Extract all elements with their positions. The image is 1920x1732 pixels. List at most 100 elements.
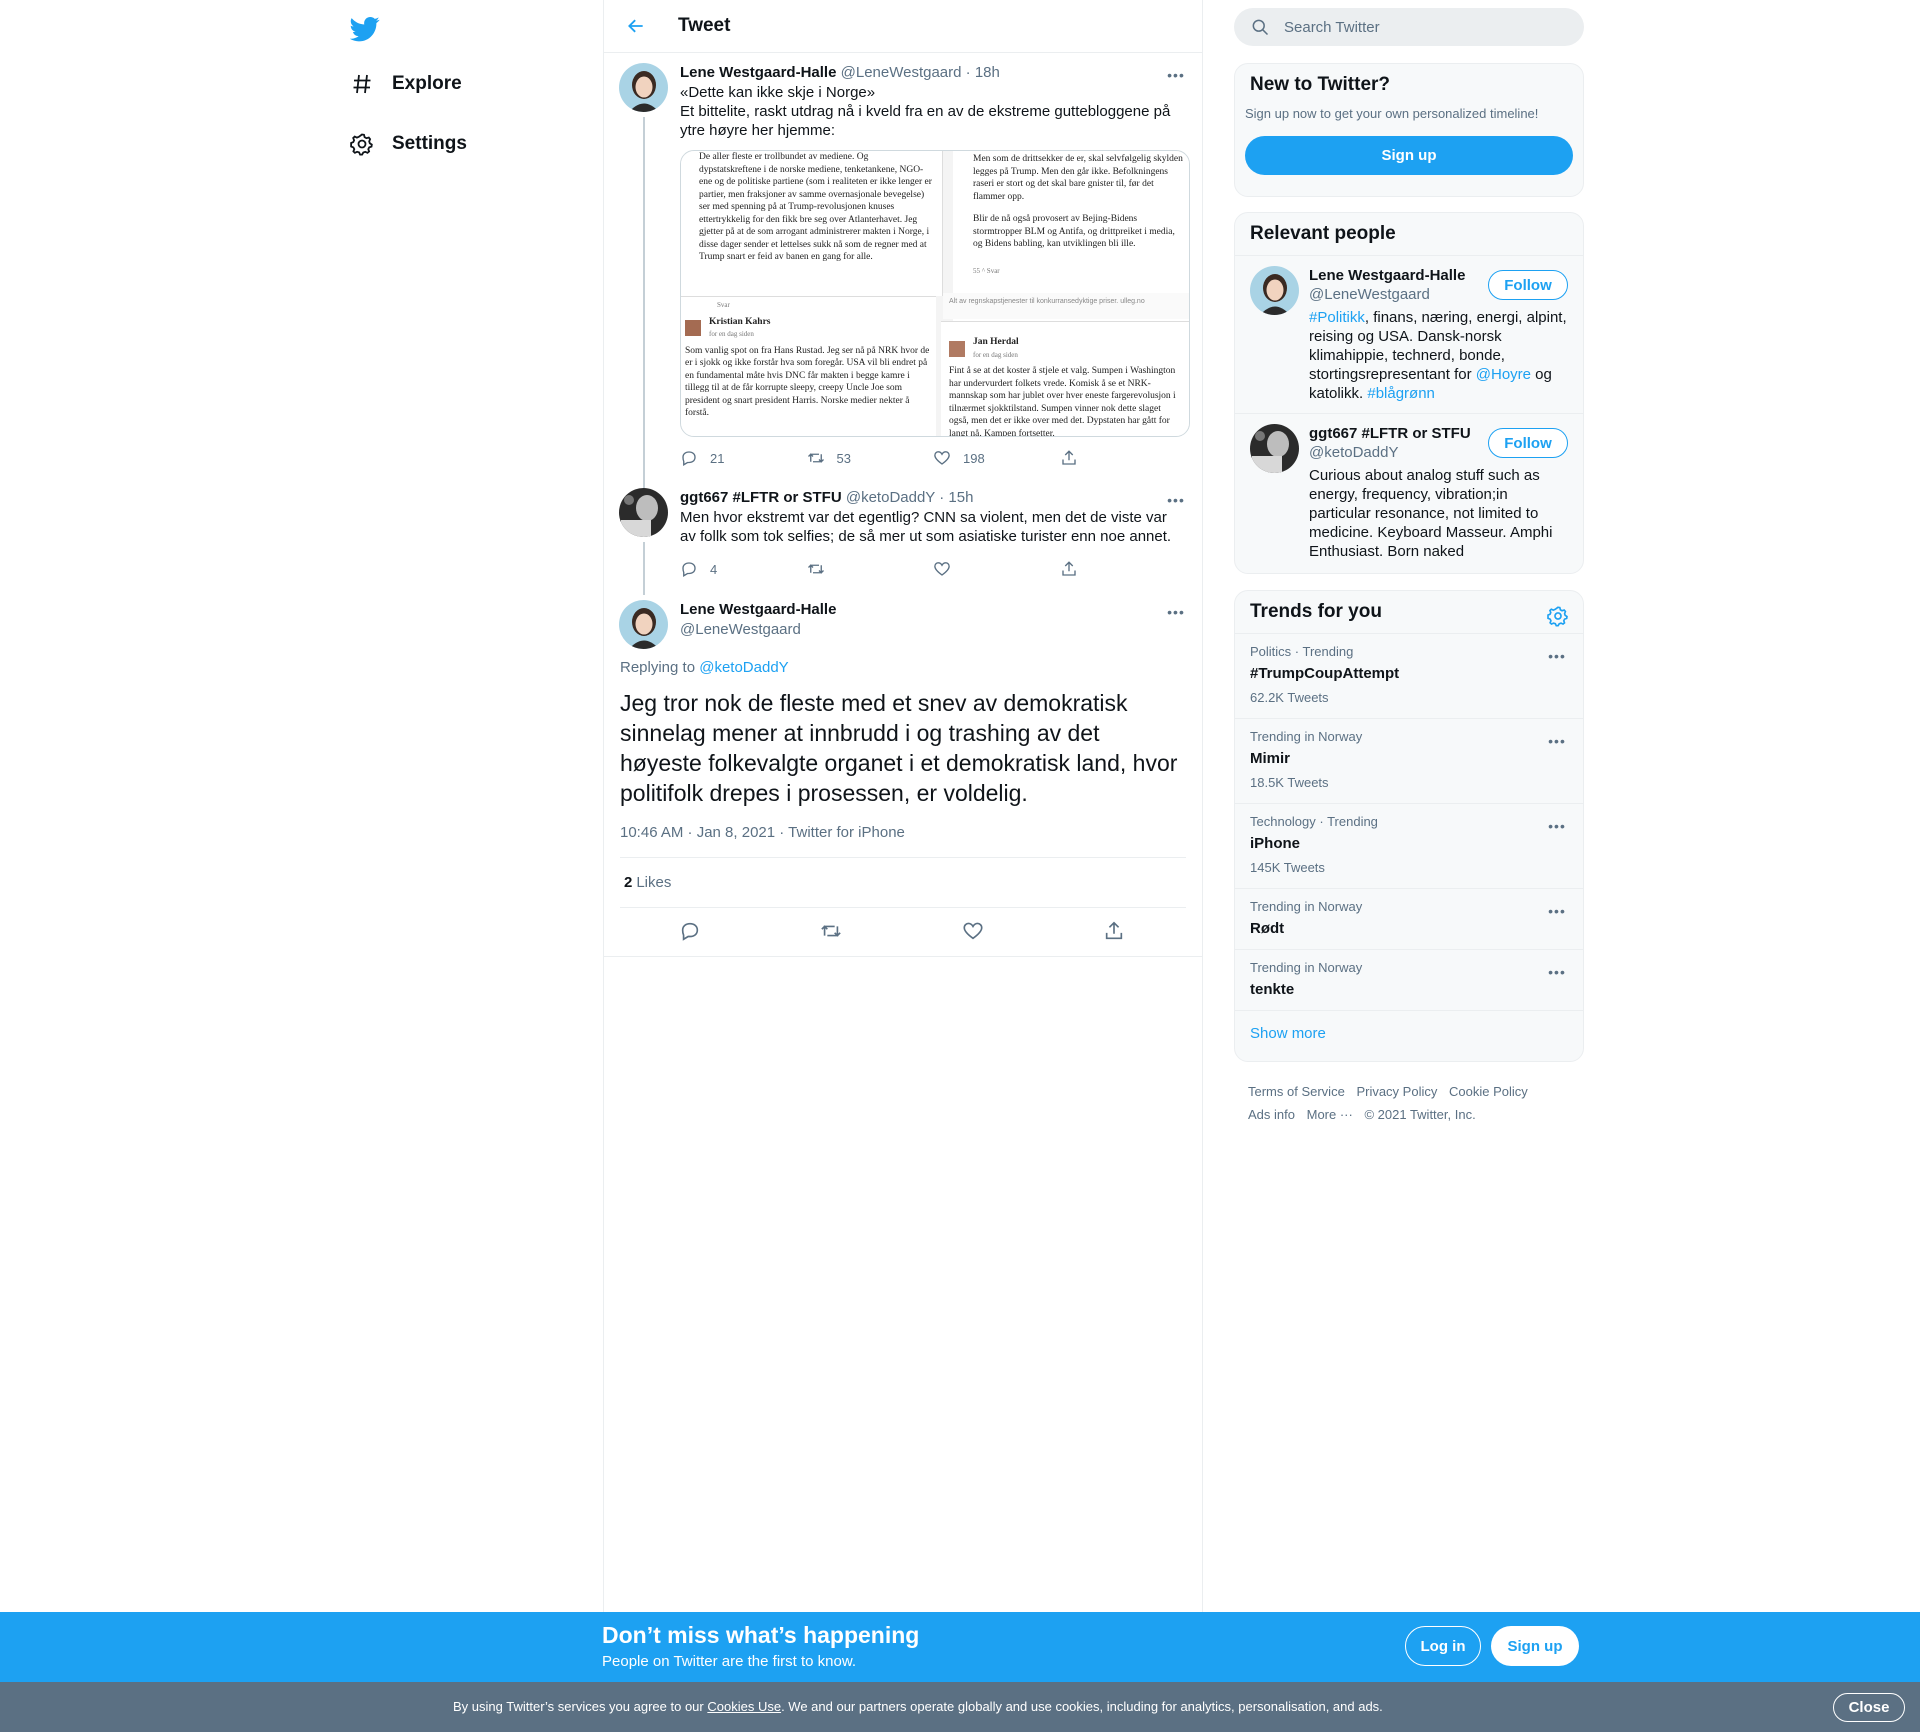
- retweet-count: 53: [836, 450, 851, 466]
- tweet-meta[interactable]: 10:46 AM · Jan 8, 2021 · Twitter for iPh…: [620, 824, 1186, 858]
- footer-links: Terms of Service Privacy Policy Cookie P…: [1248, 1080, 1578, 1126]
- sign-up-button[interactable]: Sign up: [1245, 136, 1573, 175]
- trend-item[interactable]: Trending in Norway tenkte •••: [1235, 949, 1583, 1010]
- avatar[interactable]: [619, 63, 668, 112]
- heart-icon: [934, 562, 950, 576]
- trend-item[interactable]: Trending in Norway Mimir 18.5K Tweets ••…: [1235, 718, 1583, 803]
- share-icon[interactable]: [1103, 920, 1127, 944]
- more-icon[interactable]: •••: [1547, 901, 1567, 921]
- image-text: Blir de nå også provosert av Bejing-Bide…: [973, 214, 1175, 249]
- nav-settings[interactable]: Settings: [348, 122, 467, 166]
- more-icon[interactable]: •••: [1547, 646, 1567, 666]
- likes-row[interactable]: 2 Likes: [620, 858, 1186, 908]
- avatar[interactable]: [619, 600, 668, 649]
- share-button[interactable]: [1060, 560, 1187, 578]
- display-name[interactable]: ggt667 #LFTR or STFU: [680, 489, 842, 506]
- reply-button[interactable]: 4: [680, 560, 807, 578]
- hashtag-link[interactable]: #blågrønn: [1367, 385, 1435, 402]
- retweet-button[interactable]: 53: [807, 449, 934, 467]
- more-icon[interactable]: •••: [1547, 962, 1567, 982]
- image-panel-left: De aller fleste er trollbundet av medien…: [681, 151, 943, 296]
- show-more-link[interactable]: Show more: [1235, 1010, 1583, 1056]
- nav-explore-label: Explore: [392, 73, 462, 94]
- tweet-image[interactable]: De aller fleste er trollbundet av medien…: [680, 150, 1190, 437]
- trend-item[interactable]: Trending in Norway Rødt •••: [1235, 888, 1583, 949]
- trend-name: Mimir: [1250, 750, 1291, 767]
- more-icon[interactable]: •••: [1166, 490, 1186, 510]
- avatar[interactable]: [1250, 424, 1299, 473]
- share-button[interactable]: [1060, 449, 1187, 467]
- display-name[interactable]: Lene Westgaard-Halle: [680, 64, 836, 81]
- follow-button[interactable]: Follow: [1488, 428, 1568, 458]
- more-icon[interactable]: •••: [1547, 816, 1567, 836]
- reply-button[interactable]: 21: [680, 449, 807, 467]
- page-title: Tweet: [678, 15, 731, 36]
- follow-button[interactable]: Follow: [1488, 270, 1568, 300]
- trend-context: Politics · Trending: [1250, 644, 1354, 659]
- copyright: © 2021 Twitter, Inc.: [1364, 1107, 1476, 1122]
- share-icon: [1061, 450, 1076, 465]
- replying-to-link[interactable]: @ketoDaddY: [699, 659, 788, 676]
- person-item[interactable]: Lene Westgaard-Halle @LeneWestgaard #Pol…: [1235, 255, 1583, 413]
- thread-tweet[interactable]: ••• Lene Westgaard-Halle @LeneWestgaard …: [604, 53, 1202, 537]
- more-icon[interactable]: •••: [1547, 731, 1567, 751]
- heart-icon[interactable]: [962, 920, 986, 944]
- terms-link[interactable]: Terms of Service: [1248, 1084, 1345, 1099]
- avatar[interactable]: [1250, 266, 1299, 315]
- handle[interactable]: @LeneWestgaard: [841, 64, 962, 81]
- more-icon[interactable]: •••: [1166, 65, 1186, 85]
- reply-icon: [682, 562, 696, 577]
- retweet-button[interactable]: [807, 560, 934, 578]
- hashtag-icon: [348, 70, 376, 98]
- handle[interactable]: @ketoDaddY: [846, 489, 935, 506]
- new-to-twitter-card: New to Twitter? Sign up now to get your …: [1234, 63, 1584, 197]
- header: Tweet: [604, 0, 1202, 53]
- retweet-icon[interactable]: [820, 920, 844, 944]
- thread-tweet[interactable]: ••• ggt667 #LFTR or STFU @ketoDaddY · 15…: [604, 478, 1202, 595]
- log-in-button[interactable]: Log in: [1405, 1626, 1481, 1666]
- ads-info-link[interactable]: Ads info: [1248, 1107, 1295, 1122]
- back-button[interactable]: [608, 0, 664, 53]
- cookie-policy-link[interactable]: Cookie Policy: [1449, 1084, 1528, 1099]
- close-button[interactable]: Close: [1833, 1693, 1905, 1722]
- card-title: Trends for you: [1250, 601, 1382, 622]
- search-icon: [1252, 19, 1269, 36]
- twitter-logo-icon[interactable]: [348, 12, 388, 52]
- reply-icon[interactable]: [679, 920, 703, 944]
- cookies-use-link[interactable]: Cookies Use: [707, 1699, 781, 1714]
- trend-name: tenkte: [1250, 981, 1295, 998]
- tweet-header: ggt667 #LFTR or STFU @ketoDaddY · 15h: [680, 489, 974, 506]
- search-input[interactable]: [1284, 18, 1564, 36]
- main-tweet: ••• Lene Westgaard-Halle @LeneWestgaard …: [604, 595, 1202, 957]
- main-tweet-text: Jeg tror nok de fleste med et snev av de…: [620, 690, 1178, 806]
- like-button[interactable]: 198: [933, 449, 1060, 467]
- trend-item[interactable]: Politics · Trending #TrumpCoupAttempt 62…: [1235, 633, 1583, 718]
- person-item[interactable]: ggt667 #LFTR or STFU @ketoDaddY Curious …: [1235, 413, 1583, 571]
- sign-up-button[interactable]: Sign up: [1491, 1626, 1579, 1666]
- more-link[interactable]: More ···: [1307, 1107, 1353, 1122]
- card-subtitle: Sign up now to get your own personalized…: [1245, 106, 1539, 121]
- search-bar[interactable]: [1234, 8, 1584, 46]
- main-column: Tweet ••• Lene Westgaard-Halle @LeneWest…: [603, 0, 1203, 1612]
- banner-title: Don’t miss what’s happening: [602, 1622, 920, 1648]
- trend-item[interactable]: Technology · Trending iPhone 145K Tweets…: [1235, 803, 1583, 888]
- mention-link[interactable]: @Hoyre: [1476, 366, 1531, 383]
- display-name[interactable]: Lene Westgaard-Halle: [680, 600, 1186, 620]
- person-bio: Curious about analog stuff such as energ…: [1309, 467, 1553, 560]
- handle[interactable]: @LeneWestgaard: [680, 620, 1186, 640]
- like-count: 198: [963, 450, 985, 466]
- image-text: Alt av regnskapstjenester til konkurrans…: [943, 293, 1189, 319]
- timestamp[interactable]: 18h: [975, 64, 1000, 81]
- gear-icon[interactable]: [1547, 605, 1569, 627]
- nav-settings-label: Settings: [392, 133, 467, 154]
- image-text: for en dag siden: [973, 350, 1018, 359]
- privacy-link[interactable]: Privacy Policy: [1356, 1084, 1437, 1099]
- nav-explore[interactable]: Explore: [348, 62, 462, 106]
- like-button[interactable]: [933, 560, 1060, 578]
- avatar[interactable]: [619, 488, 668, 537]
- timestamp[interactable]: 15h: [948, 489, 973, 506]
- hashtag-link[interactable]: #Politikk: [1309, 309, 1365, 326]
- trend-name: Rødt: [1250, 920, 1285, 937]
- replying-label: Replying to: [620, 659, 696, 676]
- more-icon[interactable]: •••: [1166, 602, 1186, 622]
